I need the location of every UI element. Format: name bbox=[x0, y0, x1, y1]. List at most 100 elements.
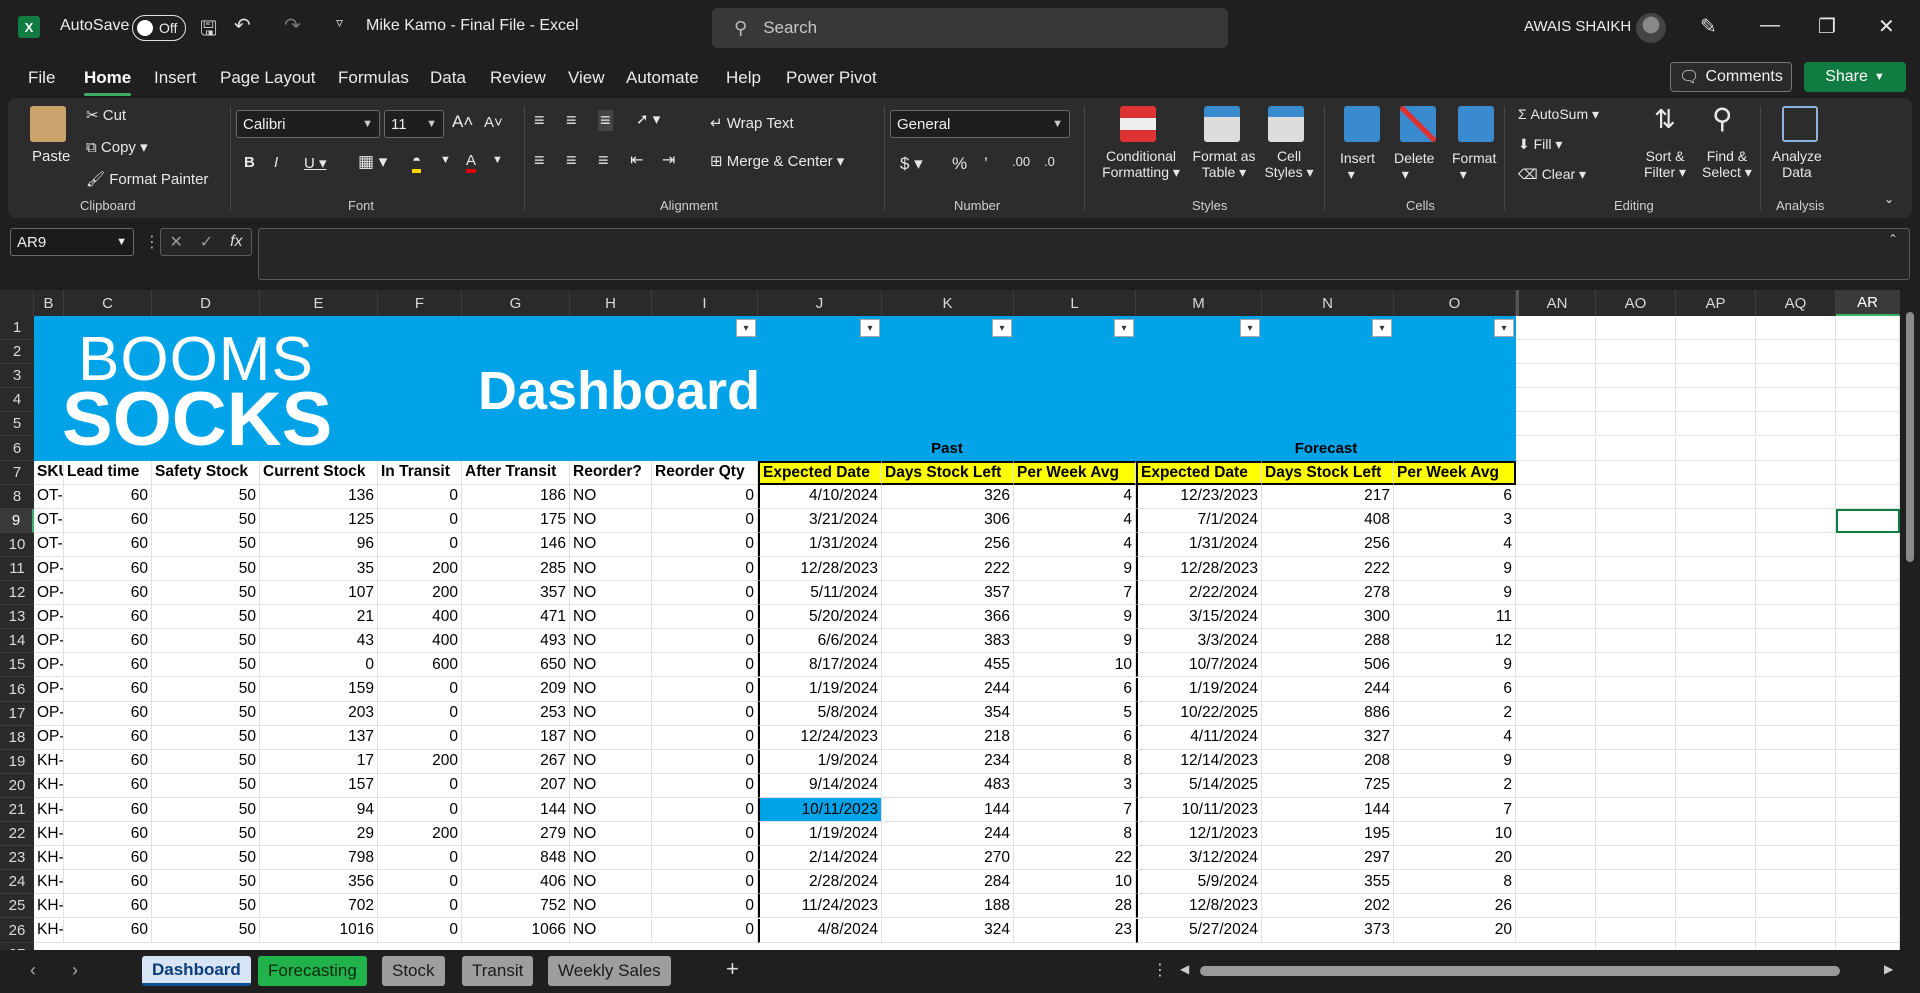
cell[interactable] bbox=[1836, 388, 1900, 413]
table-cell[interactable]: 1/31/2024 bbox=[758, 532, 882, 557]
cell[interactable] bbox=[1836, 316, 1900, 341]
table-cell[interactable]: 4/11/2024 bbox=[1136, 725, 1262, 750]
comments-button[interactable]: 🗨 Comments bbox=[1670, 62, 1792, 92]
cell[interactable] bbox=[1596, 484, 1676, 509]
table-cell[interactable]: 50 bbox=[152, 532, 260, 557]
cell[interactable] bbox=[1756, 773, 1836, 798]
prev-sheet-icon[interactable]: ‹ bbox=[30, 960, 36, 981]
table-cell[interactable]: 0 bbox=[378, 701, 462, 726]
cell[interactable] bbox=[1596, 677, 1676, 702]
table-cell[interactable]: KH-I bbox=[34, 918, 64, 943]
cell[interactable] bbox=[1756, 894, 1836, 919]
table-cell[interactable]: 10 bbox=[1394, 822, 1516, 847]
tab-home[interactable]: Home bbox=[84, 68, 132, 96]
table-cell[interactable]: 7/1/2024 bbox=[1136, 508, 1262, 533]
table-cell[interactable]: 10/11/2023 bbox=[758, 798, 882, 823]
table-cell[interactable]: 10 bbox=[1014, 870, 1136, 895]
table-cell[interactable]: NO bbox=[570, 773, 652, 798]
row-header-19[interactable]: 19 bbox=[0, 750, 34, 774]
table-cell[interactable]: 1/19/2024 bbox=[1136, 677, 1262, 702]
table-cell[interactable]: NO bbox=[570, 557, 652, 582]
cell[interactable] bbox=[1596, 316, 1676, 341]
table-cell[interactable]: 798 bbox=[260, 846, 378, 871]
table-cell[interactable]: 188 bbox=[882, 894, 1014, 919]
column-header-j[interactable]: J bbox=[758, 290, 882, 316]
sort-filter-button[interactable]: Sort & Filter ▾ bbox=[1644, 148, 1686, 181]
row-header-15[interactable]: 15 bbox=[0, 653, 34, 678]
table-cell[interactable]: 1066 bbox=[462, 918, 570, 943]
cell[interactable] bbox=[1516, 894, 1596, 919]
cell[interactable] bbox=[1516, 942, 1596, 950]
table-cell[interactable]: 4 bbox=[1394, 532, 1516, 557]
filter-dropdown-icon[interactable]: ▾ bbox=[1114, 319, 1134, 337]
number-format-select[interactable]: General ▼ bbox=[890, 110, 1070, 138]
table-cell[interactable]: OP-I bbox=[34, 629, 64, 654]
cell[interactable] bbox=[1516, 388, 1596, 413]
copy-button[interactable]: ⧉ Copy ▾ bbox=[86, 138, 148, 156]
table-cell[interactable]: 0 bbox=[260, 653, 378, 678]
table-cell[interactable]: KH-\ bbox=[34, 773, 64, 798]
table-cell[interactable]: 218 bbox=[882, 725, 1014, 750]
table-cell[interactable]: 2/28/2024 bbox=[758, 870, 882, 895]
cell[interactable] bbox=[1516, 581, 1596, 606]
cell[interactable] bbox=[1676, 942, 1756, 950]
tab-formulas[interactable]: Formulas bbox=[338, 68, 409, 88]
cell[interactable] bbox=[1516, 798, 1596, 823]
table-cell[interactable]: 400 bbox=[378, 629, 462, 654]
table-cell[interactable]: 4/10/2024 bbox=[758, 484, 882, 509]
cell[interactable] bbox=[1756, 701, 1836, 726]
table-cell[interactable]: 886 bbox=[1262, 701, 1394, 726]
table-cell[interactable]: 0 bbox=[652, 918, 758, 943]
table-cell[interactable]: 50 bbox=[152, 798, 260, 823]
table-cell[interactable]: 60 bbox=[64, 846, 152, 871]
cell[interactable] bbox=[1516, 605, 1596, 630]
cell[interactable] bbox=[1596, 508, 1676, 533]
cell[interactable] bbox=[1836, 677, 1900, 702]
scroll-left-icon[interactable]: ◀ bbox=[1180, 962, 1189, 976]
cell[interactable] bbox=[1516, 364, 1596, 389]
cell[interactable] bbox=[1836, 436, 1900, 461]
cell[interactable] bbox=[1676, 677, 1756, 702]
cell[interactable] bbox=[1516, 677, 1596, 702]
row-header-22[interactable]: 22 bbox=[0, 822, 34, 847]
decrease-indent-icon[interactable]: ⇤ bbox=[630, 150, 643, 170]
table-cell[interactable]: 0 bbox=[652, 894, 758, 919]
row-header-11[interactable]: 11 bbox=[0, 557, 34, 582]
designer-icon[interactable]: ✎ bbox=[1700, 14, 1717, 39]
currency-icon[interactable]: $ ▾ bbox=[900, 154, 923, 174]
table-cell[interactable]: 3/12/2024 bbox=[1136, 846, 1262, 871]
collapse-ribbon-icon[interactable]: ⌄ bbox=[1884, 192, 1894, 206]
table-cell[interactable]: 200 bbox=[378, 557, 462, 582]
delete-cells-button[interactable]: Delete ▾ bbox=[1394, 150, 1434, 183]
cell-styles-button[interactable]: Cell Styles ▾ bbox=[1264, 148, 1314, 181]
table-cell[interactable]: 50 bbox=[152, 749, 260, 774]
cell[interactable] bbox=[1676, 460, 1756, 485]
cell[interactable] bbox=[1596, 870, 1676, 895]
row-header-1[interactable]: 1 bbox=[0, 316, 34, 341]
table-cell[interactable]: 50 bbox=[152, 894, 260, 919]
cell[interactable] bbox=[1676, 508, 1756, 533]
cell[interactable] bbox=[1676, 846, 1756, 871]
table-cell[interactable]: 373 bbox=[1262, 918, 1394, 943]
table-cell[interactable]: 366 bbox=[882, 605, 1014, 630]
tab-view[interactable]: View bbox=[568, 68, 605, 88]
table-cell[interactable]: 144 bbox=[1262, 798, 1394, 823]
cell[interactable] bbox=[1756, 532, 1836, 557]
table-cell[interactable]: 217 bbox=[1262, 484, 1394, 509]
row-header-27[interactable]: 27 bbox=[0, 943, 34, 950]
font-color-icon[interactable]: A bbox=[466, 152, 477, 173]
cell[interactable] bbox=[1676, 629, 1756, 654]
collapse-formula-icon[interactable]: ⌃ bbox=[1888, 232, 1898, 246]
table-cell[interactable]: 222 bbox=[882, 557, 1014, 582]
cut-button[interactable]: ✂ Cut bbox=[86, 106, 126, 124]
table-cell[interactable]: 7 bbox=[1394, 798, 1516, 823]
table-cell[interactable]: 157 bbox=[260, 773, 378, 798]
fill-color-icon[interactable]: ◓ bbox=[412, 152, 422, 173]
cell[interactable] bbox=[1516, 846, 1596, 871]
cell[interactable] bbox=[1836, 942, 1900, 950]
table-cell[interactable]: 29 bbox=[260, 822, 378, 847]
cell[interactable] bbox=[1596, 364, 1676, 389]
table-cell[interactable]: 20 bbox=[1394, 918, 1516, 943]
table-cell[interactable]: 408 bbox=[1262, 508, 1394, 533]
column-header-ao[interactable]: AO bbox=[1596, 290, 1676, 316]
